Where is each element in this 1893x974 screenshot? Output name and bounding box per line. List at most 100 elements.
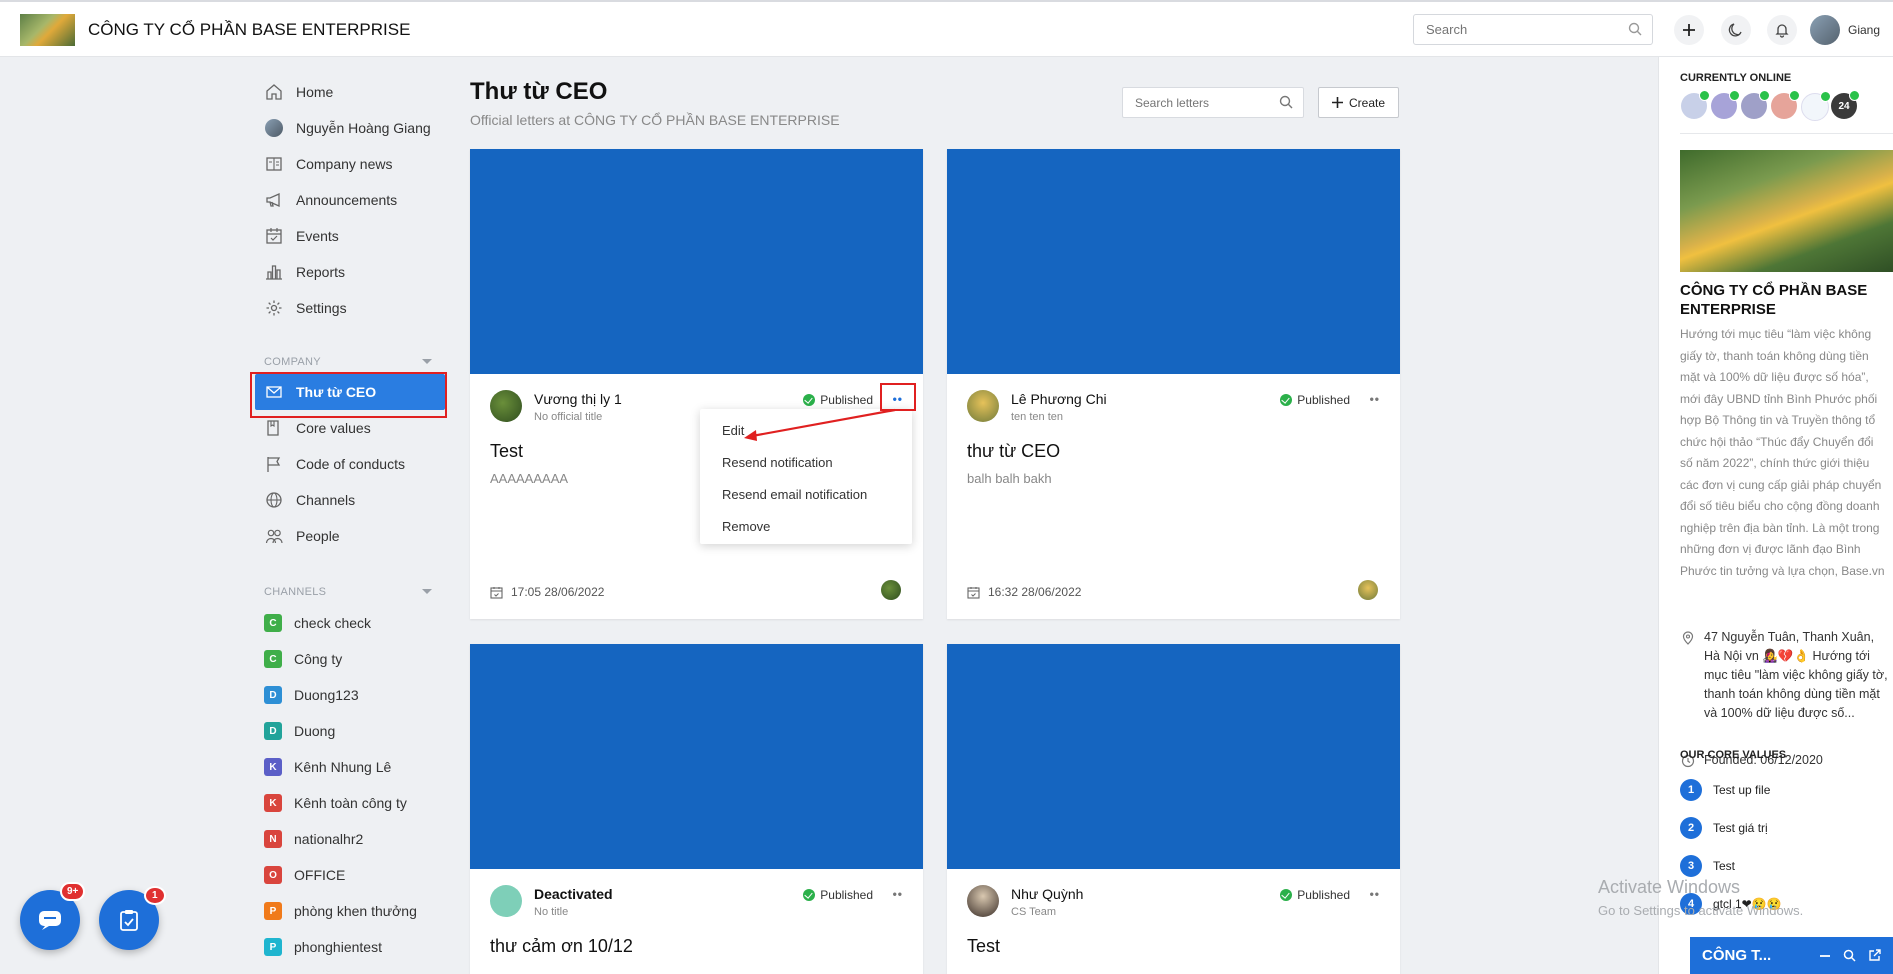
menu-resend-notification[interactable]: Resend notification [722,455,833,470]
letter-card[interactable]: Như Quỳnh CS Team Published •• Test [947,644,1400,974]
company-section-heading[interactable]: COMPANY [264,356,444,368]
author-avatar[interactable] [967,885,999,917]
add-button[interactable] [1674,15,1704,45]
open-external-icon[interactable] [1868,949,1881,962]
menu-remove[interactable]: Remove [722,519,770,534]
channel-item[interactable]: D Duong [264,717,444,745]
chat-title: CÔNG T... [1702,947,1772,964]
nav-channels[interactable]: Channels [264,486,444,514]
letter-title[interactable]: thư từ CEO [967,441,1060,462]
calendar-icon [490,586,503,599]
company-logo[interactable] [20,14,75,46]
channel-label: Kênh Nhung Lê [294,759,392,775]
author-name[interactable]: Vương thị ly 1 [534,391,622,407]
reader-avatar[interactable] [1358,580,1378,600]
global-search[interactable] [1413,14,1653,45]
letter-card[interactable]: Lê Phương Chi ten ten ten Published •• t… [947,149,1400,619]
date-text: 16:32 28/06/2022 [988,585,1082,599]
channel-item[interactable]: O OFFICE [264,861,444,889]
section-label: CHANNELS [264,586,327,598]
nav-profile[interactable]: Nguyễn Hoàng Giang [264,114,444,142]
letter-card[interactable]: Deactivated No title Published •• thư cả… [470,644,923,974]
nav-reports[interactable]: Reports [264,258,444,286]
core-value-item[interactable]: 2 Test giá trị [1680,817,1768,839]
online-more-count[interactable]: 24 [1831,90,1860,119]
nav-announcements[interactable]: Announcements [264,186,444,214]
online-user-avatar[interactable] [1741,90,1770,119]
letter-cover [947,644,1400,869]
online-user-avatar[interactable] [1771,90,1800,119]
letter-excerpt: AAAAAAAAA [490,471,569,486]
nav-events[interactable]: Events [264,222,444,250]
plus-icon [1683,24,1695,36]
section-label: COMPANY [264,356,321,368]
nav-people[interactable]: People [264,522,444,550]
letter-title[interactable]: thư cảm ơn 10/12 [490,936,633,957]
nav-settings[interactable]: Settings [264,294,444,322]
author-name[interactable]: Deactivated [534,886,613,902]
letter-cover [470,644,923,869]
channel-item[interactable]: Nnationalhr2 [264,825,444,853]
nav-core-values[interactable]: Core values [264,414,444,442]
channels-section-heading[interactable]: CHANNELS [264,586,444,598]
author-title: No official title [534,411,603,423]
chat-window-bar[interactable]: CÔNG T... [1690,937,1893,974]
channel-item[interactable]: Ccheck check [264,609,444,637]
letter-search-input[interactable] [1133,88,1277,117]
author-avatar[interactable] [490,390,522,422]
online-user-avatar[interactable] [1801,91,1831,121]
create-label: Create [1348,95,1386,110]
channel-item[interactable]: Pphòng khen thưởng [264,897,444,925]
date-text: 17:05 28/06/2022 [511,585,605,599]
home-icon [264,82,284,102]
letter-search[interactable] [1122,87,1304,118]
letter-excerpt: balh balh bakh [967,471,1052,486]
core-value-item[interactable]: 3 Test [1680,855,1735,877]
online-user-avatar[interactable] [1711,90,1740,119]
core-value-number: 3 [1680,855,1702,877]
author-name[interactable]: Lê Phương Chi [1011,391,1107,407]
nav-company-news[interactable]: Company news [264,150,444,178]
letter-title[interactable]: Test [967,936,1000,957]
channel-item[interactable]: K Kênh toàn công ty [264,789,444,817]
minimize-icon[interactable] [1819,950,1831,962]
nav-label: Core values [296,420,371,436]
check-circle-icon [803,889,816,901]
author-avatar[interactable] [490,885,522,917]
reader-avatar[interactable] [881,580,901,600]
author-avatar[interactable] [967,390,999,422]
channel-item[interactable]: K Kênh Nhung Lê [264,753,444,781]
company-title[interactable]: CÔNG TY CỔ PHẦN BASE ENTERPRISE [88,20,410,40]
menu-resend-email-notification[interactable]: Resend email notification [722,487,867,502]
core-value-item[interactable]: 1 Test up file [1680,779,1770,801]
dark-mode-toggle[interactable] [1721,15,1751,45]
search-input[interactable] [1424,15,1628,44]
nav-home[interactable]: Home [264,78,444,106]
create-button[interactable]: Create [1318,87,1399,118]
status-badge: Published [1280,888,1350,902]
more-options-button[interactable]: •• [1370,887,1380,901]
channel-item[interactable]: C Công ty [264,645,444,673]
letter-card[interactable]: Vương thị ly 1 No official title Publish… [470,149,923,619]
tasks-badge: 1 [144,886,166,905]
letter-title[interactable]: Test [490,441,523,462]
username[interactable]: Giang [1848,23,1880,37]
user-avatar[interactable] [1810,15,1840,45]
channel-item[interactable]: Pphonghientest [264,933,444,961]
channel-label: phòng khen thưởng [294,903,417,919]
author-name[interactable]: Như Quỳnh [1011,886,1083,902]
status-badge: Published [1280,393,1350,407]
more-options-button[interactable]: •• [893,887,903,901]
nav-label: Reports [296,264,346,280]
notifications-button[interactable] [1767,15,1797,45]
nav-code-of-conducts[interactable]: Code of conducts [264,450,444,478]
clipboard-check-icon [120,910,138,931]
channel-item[interactable]: D Duong123 [264,681,444,709]
arrow-annotation [744,408,896,441]
megaphone-icon [264,190,284,210]
online-user-avatar[interactable] [1681,90,1710,119]
more-options-button[interactable]: •• [1370,392,1380,406]
search-icon[interactable] [1843,949,1856,962]
bar-chart-icon [264,262,284,282]
channel-label: phonghientest [294,939,382,955]
